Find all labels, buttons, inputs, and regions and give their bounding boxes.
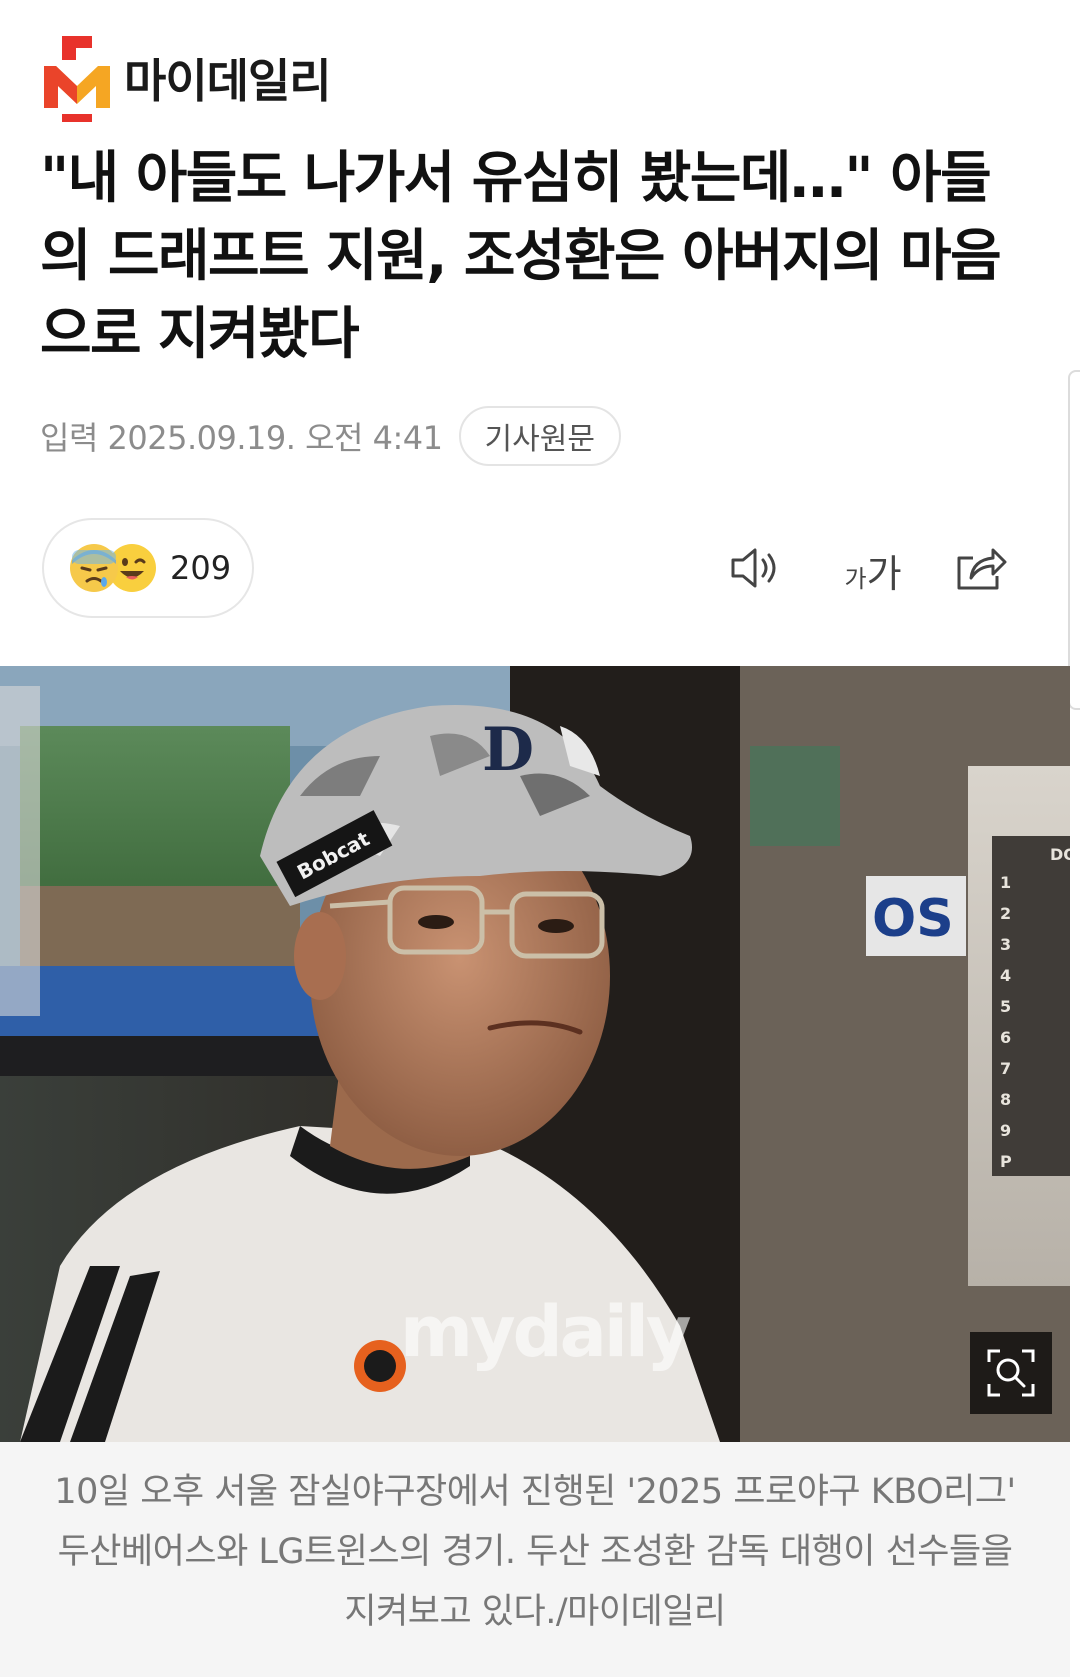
article-title: "내 아들도 나가서 유심히 봤는데…" 아들의 드래프트 지원, 조성환은 아… xyxy=(40,146,1002,367)
site-logo[interactable]: 마이데일리 xyxy=(40,28,332,128)
article-meta: 입력 2025.09.19. 오전 4:41 기사원문 xyxy=(40,404,621,468)
reaction-count: 209 xyxy=(170,549,232,587)
board-number: 7 xyxy=(1000,1059,1011,1078)
board-number: 4 xyxy=(1000,966,1011,985)
reaction-button[interactable]: 209 xyxy=(42,518,254,618)
board-number: 9 xyxy=(1000,1121,1011,1140)
caption-text: 10일 오후 서울 잠실야구장에서 진행된 '2025 프로야구 KBO리그' … xyxy=(54,1472,1016,1632)
original-article-button[interactable]: 기사원문 xyxy=(458,406,621,466)
board-number: 3 xyxy=(1000,935,1011,954)
sad-face-icon xyxy=(70,544,118,592)
board-number: 6 xyxy=(1000,1028,1011,1047)
article-photo[interactable]: OS DOO 1 2 3 4 5 6 7 8 9 P xyxy=(0,666,1070,1442)
sign-text: OS xyxy=(872,889,954,949)
published-date: 입력 2025.09.19. 오전 4:41 xyxy=(40,419,443,457)
board-number: P xyxy=(1000,1152,1012,1171)
photo-caption: 10일 오후 서울 잠실야구장에서 진행된 '2025 프로야구 KBO리그' … xyxy=(0,1442,1070,1677)
board-header: DOO xyxy=(1050,845,1070,864)
board-number: 2 xyxy=(1000,904,1011,923)
brand-name: 마이데일리 xyxy=(124,54,332,108)
font-large-label: 가 xyxy=(866,552,902,596)
board-number: 5 xyxy=(1000,997,1011,1016)
board-number: 8 xyxy=(1000,1090,1011,1109)
photo-illustration: OS DOO 1 2 3 4 5 6 7 8 9 P xyxy=(0,666,1070,1442)
font-size-icon[interactable]: 가 가 xyxy=(838,538,908,598)
font-small-label: 가 xyxy=(844,565,867,593)
speaker-icon[interactable] xyxy=(728,538,784,598)
share-icon[interactable] xyxy=(952,538,1008,598)
magnify-icon[interactable] xyxy=(970,1332,1052,1414)
board-number: 1 xyxy=(1000,873,1011,892)
watermark-text: mydaily xyxy=(400,1291,691,1373)
scroll-indicator[interactable] xyxy=(1068,370,1080,710)
mydaily-logo-icon xyxy=(40,30,114,126)
svg-text:D: D xyxy=(482,715,534,785)
